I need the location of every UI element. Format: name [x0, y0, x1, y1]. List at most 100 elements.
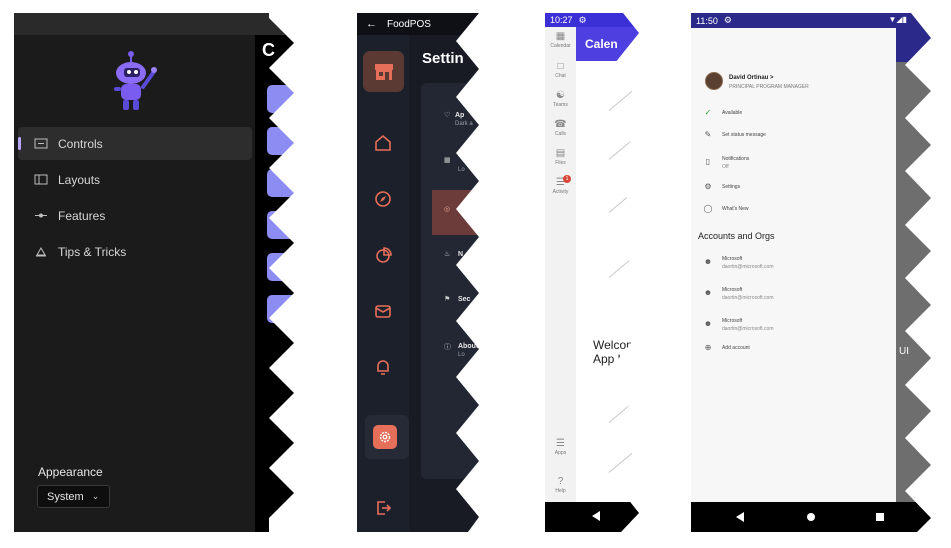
status-bar: 11:50 ⚙ ▼◢▮ [691, 13, 931, 28]
store-logo-icon[interactable] [363, 51, 404, 92]
teams-icon: ☯ [556, 90, 565, 101]
torn-edge [456, 13, 481, 532]
pencil-icon: ✎ [704, 130, 712, 139]
bell-icon: ♨ [444, 251, 451, 258]
menu-label: Settings [722, 184, 741, 190]
settings-status-icon: ⚙ [723, 15, 732, 25]
app-bar-files[interactable]: ▤ Files [545, 148, 576, 166]
controls-icon [34, 138, 48, 149]
menu-label: Notifications [722, 156, 750, 162]
features-icon [35, 213, 47, 218]
gear-icon: ⚙ [704, 182, 712, 191]
settings-gear-icon [373, 425, 397, 449]
help-icon: ? [557, 476, 564, 487]
nav-item-label: Layouts [58, 172, 101, 187]
app-bar-label: Teams [553, 102, 568, 108]
grid-icon: ▦ [444, 157, 451, 164]
appearance-dropdown[interactable]: System ⌄ [37, 485, 110, 508]
compass-icon: ◎ [444, 206, 451, 213]
menu-set-status[interactable]: Set status message [722, 132, 766, 138]
compass-icon[interactable] [373, 189, 393, 209]
account-email: daortin@microsoft.com [722, 326, 774, 332]
app-bar-chat[interactable]: □ Chat [545, 61, 576, 79]
teams-app-panel: 10:27 ⚙ ▦ Calendar □ Chat ☯ Teams ☎ Calls ▤ F… [545, 13, 639, 532]
status-time: 11:50 [696, 15, 718, 26]
layouts-icon [34, 174, 48, 185]
bell-icon[interactable] [373, 357, 393, 377]
app-bar-apps[interactable]: ☰ Apps [545, 438, 576, 456]
check-icon: ✓ [704, 108, 712, 117]
user-name[interactable]: David Ortinau > [729, 75, 774, 81]
torn-edge [269, 13, 296, 532]
back-triangle-icon[interactable] [736, 512, 744, 522]
pie-chart-icon[interactable] [373, 245, 393, 265]
mail-icon[interactable] [373, 301, 393, 321]
file-icon: ▤ [555, 148, 566, 159]
menu-label: Available [722, 110, 743, 116]
user-role: PRINCIPAL PROGRAM MANAGER [729, 84, 809, 90]
app-bar-help[interactable]: ? Help [545, 476, 576, 494]
system-nav-bar [691, 502, 931, 532]
menu-settings[interactable]: Settings [722, 184, 740, 190]
person-icon: ☻ [703, 319, 713, 328]
account-org: Microsoft [722, 256, 743, 262]
person-icon: ☻ [703, 257, 713, 266]
app-bar-label: Files [555, 160, 566, 166]
title-bar [14, 13, 296, 35]
add-account-label: Add account [722, 345, 750, 351]
heart-icon: ♡ [444, 112, 451, 119]
account-drawer: David Ortinau > PRINCIPAL PROGRAM MANAGE… [691, 28, 896, 502]
app-bar-teams[interactable]: ☯ Teams [545, 90, 576, 108]
app-bar-calendar[interactable]: ▦ Calendar [545, 31, 576, 49]
teams-drawer-panel: 11:50 ⚙ ▼◢▮ UI David Ortinau > PRINCIPAL… [691, 13, 931, 532]
apps-icon: ☰ [556, 438, 565, 449]
app-bar-label: Apps [554, 450, 567, 456]
nav-item-label: Tips & Tricks [58, 244, 127, 259]
account-email: daortin@microsoft.com [722, 264, 774, 270]
account-item[interactable]: Microsoft daortin@microsoft.com [722, 256, 773, 270]
add-account-button[interactable]: Add account [722, 345, 750, 351]
menu-whats-new[interactable]: What's New [722, 206, 749, 212]
menu-available[interactable]: Available [722, 110, 742, 116]
menu-label: Set status message [722, 132, 766, 138]
activity-badge: 1 [563, 175, 571, 183]
app-bar-calls[interactable]: ☎ Calls [545, 119, 576, 137]
menu-sub: Off [722, 164, 729, 170]
status-time: 10:27 [550, 15, 573, 25]
calendar-icon: ▦ [555, 31, 566, 42]
nav-item-settings[interactable] [365, 415, 409, 459]
back-triangle-icon[interactable] [592, 511, 600, 521]
recents-square-icon[interactable] [876, 513, 884, 521]
chevron-down-icon: ⌄ [91, 491, 100, 501]
app-bar-activity[interactable]: ☰ Activity [545, 177, 576, 195]
person-icon: ☻ [703, 288, 713, 297]
foodpos-app-panel: ← FoodPOS Settin ♡ Ap Dark a ▦ Lo ◎ ♨ N … [357, 13, 481, 532]
appearance-value: System [47, 490, 84, 503]
nav-item-controls[interactable]: Controls [18, 127, 252, 160]
back-arrow-icon[interactable]: ← [366, 18, 377, 30]
logout-icon[interactable] [373, 498, 393, 518]
chat-icon: □ [557, 61, 564, 72]
appearance-label: Appearance [38, 465, 103, 479]
app-bar-label: Activity [552, 189, 569, 195]
phone-icon: ☎ [554, 119, 567, 130]
app-bar-label: Calendar [550, 43, 571, 49]
account-org: Microsoft [722, 287, 743, 293]
avatar[interactable] [705, 72, 723, 90]
info-icon: ⓘ [444, 344, 451, 351]
nav-item-tips[interactable]: Tips & Tricks [18, 235, 252, 268]
nav-item-features[interactable]: Features [18, 199, 252, 232]
nav-item-layouts[interactable]: Layouts [18, 163, 252, 196]
home-icon[interactable] [373, 133, 393, 153]
nav-item-label: Controls [58, 136, 103, 151]
menu-notifications[interactable]: Notifications Off [722, 156, 749, 170]
gallery-app-panel: Controls Layouts Features Tips & Tricks … [14, 13, 296, 532]
nav-item-label: Features [58, 208, 106, 223]
home-circle-icon[interactable] [807, 513, 815, 521]
app-bar-label: Help [555, 488, 566, 494]
torn-edge [615, 13, 639, 532]
account-email: daortin@microsoft.com [722, 295, 774, 301]
section-title: Accounts and Orgs [698, 231, 775, 241]
account-item[interactable]: Microsoft daortin@microsoft.com [722, 287, 773, 301]
account-item[interactable]: Microsoft daortin@microsoft.com [722, 318, 773, 332]
